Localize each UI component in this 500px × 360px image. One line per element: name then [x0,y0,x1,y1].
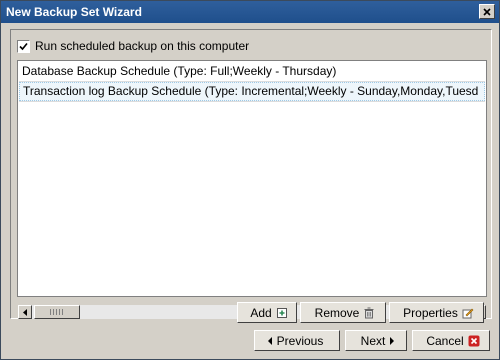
remove-button[interactable]: Remove [300,302,386,323]
row-divider [19,101,485,102]
run-scheduled-backup-row[interactable]: Run scheduled backup on this computer [17,38,249,54]
arrow-left-icon [23,308,27,316]
add-icon [276,307,288,319]
wizard-content-panel: Run scheduled backup on this computer Da… [10,29,492,319]
window-title: New Backup Set Wizard [6,5,142,19]
arrow-left-icon [267,336,273,345]
cancel-button[interactable]: Cancel [412,330,490,351]
close-icon [483,7,491,16]
next-button[interactable]: Next [345,330,407,351]
schedule-list[interactable]: Database Backup Schedule (Type: Full;Wee… [17,60,487,297]
scroll-thumb[interactable] [34,305,80,319]
grip-icon [50,309,64,315]
cancel-icon [468,335,480,347]
edit-pencil-icon [462,307,474,319]
arrow-right-icon [389,336,395,345]
close-button[interactable] [479,4,495,19]
previous-button[interactable]: Previous [254,330,340,351]
schedule-item-label: Transaction log Backup Schedule (Type: I… [23,84,479,98]
checkmark-icon [19,42,28,50]
schedule-item-label: Database Backup Schedule (Type: Full;Wee… [22,64,337,78]
add-button[interactable]: Add [237,302,297,323]
scroll-left-button[interactable] [18,305,32,319]
title-bar: New Backup Set Wizard [1,1,499,23]
wizard-window: New Backup Set Wizard Run scheduled back… [0,0,500,360]
run-scheduled-backup-label: Run scheduled backup on this computer [35,39,250,53]
run-scheduled-backup-checkbox[interactable] [17,39,30,53]
schedule-list-item[interactable]: Database Backup Schedule (Type: Full;Wee… [19,62,485,81]
schedule-list-item[interactable]: Transaction log Backup Schedule (Type: I… [19,82,485,101]
properties-button[interactable]: Properties [389,302,484,323]
trash-icon [363,307,375,319]
